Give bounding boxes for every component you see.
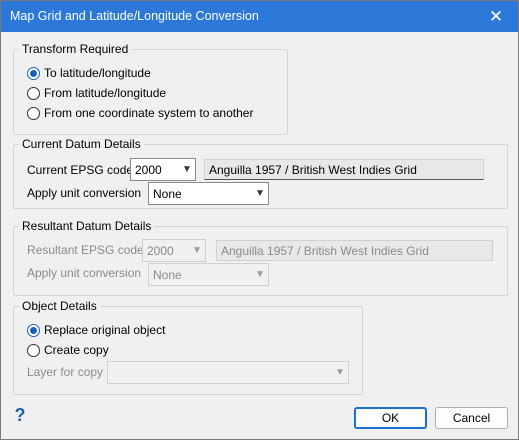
radio-create-copy-label: Create copy [44,343,109,357]
current-unit-value: None [153,186,182,201]
current-epsg-label: Current EPSG code [27,163,134,177]
resultant-unit-value: None [153,267,182,282]
chevron-down-icon: ▼ [182,164,192,175]
resultant-epsg-label: Resultant EPSG code [27,243,144,257]
current-epsg-name-text: Anguilla 1957 / British West Indies Grid [209,162,417,177]
dialog-title: Map Grid and Latitude/Longitude Conversi… [10,9,259,23]
current-unit-combo[interactable]: None ▼ [148,182,269,205]
cancel-button-label: Cancel [452,411,491,425]
radio-replace-original[interactable]: Replace original object [27,323,165,337]
chevron-down-icon: ▼ [255,188,265,199]
ok-button[interactable]: OK [354,407,427,429]
current-epsg-combo[interactable]: 2000 ▼ [130,158,196,181]
help-icon[interactable]: ? [13,405,27,426]
radio-coord-to-coord-label: From one coordinate system to another [44,106,254,120]
radio-create-copy-indicator[interactable] [27,343,40,357]
ok-button-label: OK [381,411,400,425]
radio-replace-original-indicator[interactable] [27,323,40,337]
radio-replace-original-label: Replace original object [44,323,166,337]
chevron-down-icon: ▼ [255,269,265,280]
current-unit-label: Apply unit conversion [27,186,142,200]
radio-to-latlong[interactable]: To latitude/longitude [27,66,151,80]
close-icon[interactable]: ✕ [476,1,516,32]
radio-from-latlong[interactable]: From latitude/longitude [27,86,166,100]
radio-coord-to-coord-indicator[interactable] [27,106,40,120]
radio-create-copy[interactable]: Create copy [27,343,109,357]
title-bar: Map Grid and Latitude/Longitude Conversi… [1,1,518,32]
radio-from-latlong-label: From latitude/longitude [44,86,167,100]
resultant-epsg-name: Anguilla 1957 / British West Indies Grid [216,240,493,261]
radio-to-latlong-indicator[interactable] [27,66,40,80]
layer-for-copy-label: Layer for copy [27,365,104,379]
current-epsg-value: 2000 [135,162,162,177]
transform-legend: Transform Required [19,42,132,56]
resultant-unit-combo[interactable]: None ▼ [148,263,269,286]
resultant-epsg-name-text: Anguilla 1957 / British West Indies Grid [221,243,429,258]
resultant-epsg-combo[interactable]: 2000 ▼ [142,239,206,262]
resultant-unit-label: Apply unit conversion [27,266,142,280]
dialog-window: Map Grid and Latitude/Longitude Conversi… [0,0,519,440]
object-details-legend: Object Details [19,299,100,313]
radio-from-latlong-indicator[interactable] [27,86,40,100]
cancel-button[interactable]: Cancel [435,407,508,429]
chevron-down-icon: ▼ [335,367,345,378]
radio-to-latlong-label: To latitude/longitude [44,66,151,80]
layer-for-copy-combo[interactable]: ▼ [107,361,349,384]
chevron-down-icon: ▼ [192,245,202,256]
current-datum-legend: Current Datum Details [19,137,144,151]
resultant-epsg-value: 2000 [147,243,174,258]
radio-coord-to-coord[interactable]: From one coordinate system to another [27,106,253,120]
current-epsg-name: Anguilla 1957 / British West Indies Grid [204,159,484,180]
resultant-datum-legend: Resultant Datum Details [19,219,155,233]
